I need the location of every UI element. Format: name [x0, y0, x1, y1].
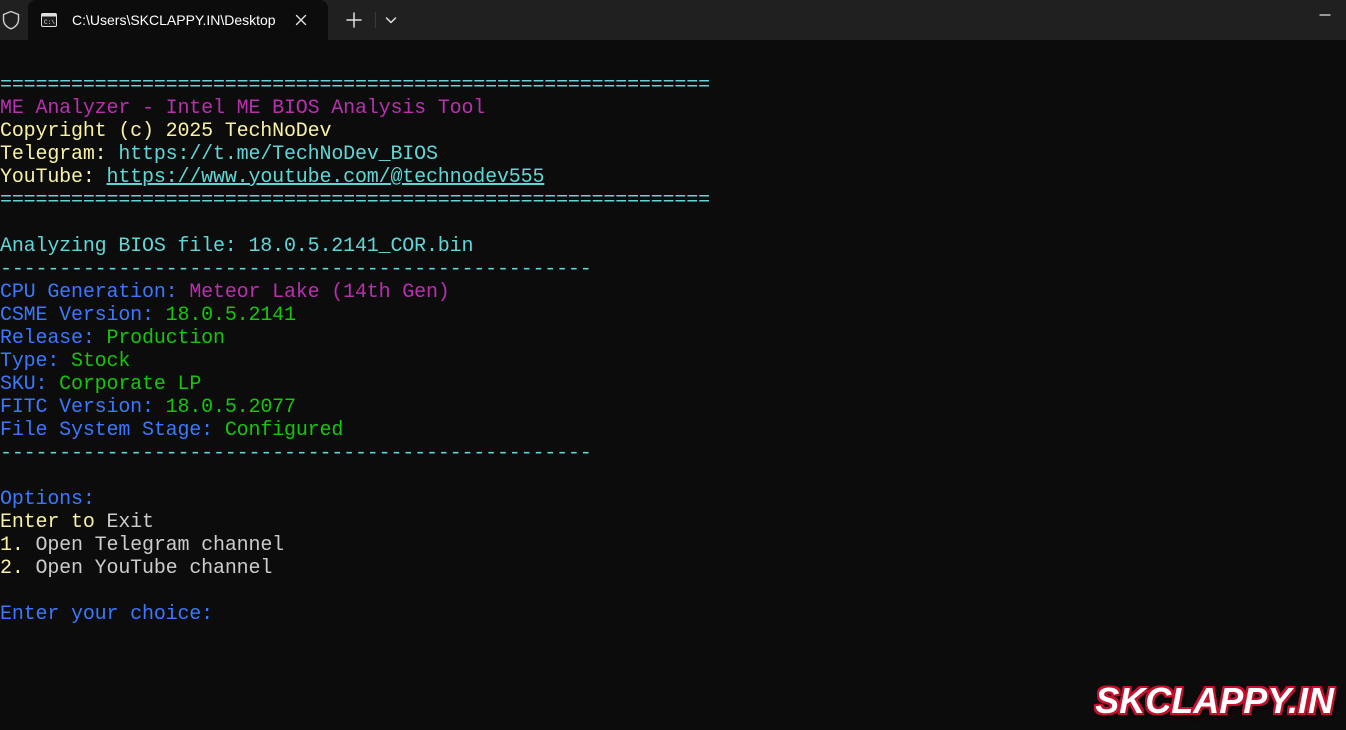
options-heading: Options:: [0, 488, 95, 511]
close-icon[interactable]: [292, 11, 310, 29]
single-rule: ----------------------------------------…: [0, 258, 592, 281]
analyzing-text: Analyzing BIOS file: 18.0.5.2141_COR.bin: [0, 235, 474, 258]
double-rule: ========================================…: [0, 189, 710, 212]
option-youtube: 2. Open YouTube channel: [0, 557, 273, 580]
title-bar: C:\ C:\Users\SKCLAPPY.IN\Desktop: [0, 0, 1346, 40]
info-file-system-stage: File System Stage: Configured: [0, 419, 344, 442]
svg-text:C:\: C:\: [44, 19, 55, 26]
option-exit: Enter to Exit: [0, 511, 154, 534]
youtube-label: YouTube:: [0, 166, 95, 189]
choice-prompt[interactable]: Enter your choice:: [0, 603, 1346, 626]
shield-icon: [0, 9, 22, 31]
analyzing-line: Analyzing BIOS file: 18.0.5.2141_COR.bin: [0, 235, 1346, 258]
single-rule: ----------------------------------------…: [0, 442, 592, 465]
telegram-label: Telegram:: [0, 143, 107, 166]
terminal-output[interactable]: ========================================…: [0, 74, 1346, 724]
minimize-icon[interactable]: [1310, 4, 1340, 26]
telegram-line: Telegram: https://t.me/TechNoDev_BIOS: [0, 143, 1346, 166]
plus-icon[interactable]: [340, 8, 368, 32]
info-release: Release: Production: [0, 327, 225, 350]
telegram-url[interactable]: https://t.me/TechNoDev_BIOS: [118, 143, 438, 166]
chevron-down-icon[interactable]: [380, 8, 402, 32]
info-sku: SKU: Corporate LP: [0, 373, 202, 396]
option-telegram: 1. Open Telegram channel: [0, 534, 284, 557]
watermark-logo: SKCLAPPY.IN: [1095, 680, 1334, 721]
toolbar-divider: [375, 12, 376, 28]
tab-title: C:\Users\SKCLAPPY.IN\Desktop: [72, 12, 276, 28]
info-cpu-generation: CPU Generation: Meteor Lake (14th Gen): [0, 281, 450, 304]
tool-title: ME Analyzer - Intel ME BIOS Analysis Too…: [0, 97, 486, 120]
tool-title-line: ME Analyzer - Intel ME BIOS Analysis Too…: [0, 97, 1346, 120]
copyright: Copyright (c) 2025 TechNoDev: [0, 120, 332, 143]
info-fitc-version: FITC Version: 18.0.5.2077: [0, 396, 296, 419]
double-rule: ========================================…: [0, 74, 710, 97]
youtube-line: YouTube: https://www.youtube.com/@techno…: [0, 166, 1346, 189]
info-type: Type: Stock: [0, 350, 131, 373]
copyright-line: Copyright (c) 2025 TechNoDev: [0, 120, 1346, 143]
terminal-icon: C:\: [41, 12, 57, 28]
terminal-tab[interactable]: C:\ C:\Users\SKCLAPPY.IN\Desktop: [28, 0, 328, 40]
youtube-url[interactable]: https://www.youtube.com/@technodev555: [107, 166, 545, 189]
info-csme-version: CSME Version: 18.0.5.2141: [0, 304, 296, 327]
